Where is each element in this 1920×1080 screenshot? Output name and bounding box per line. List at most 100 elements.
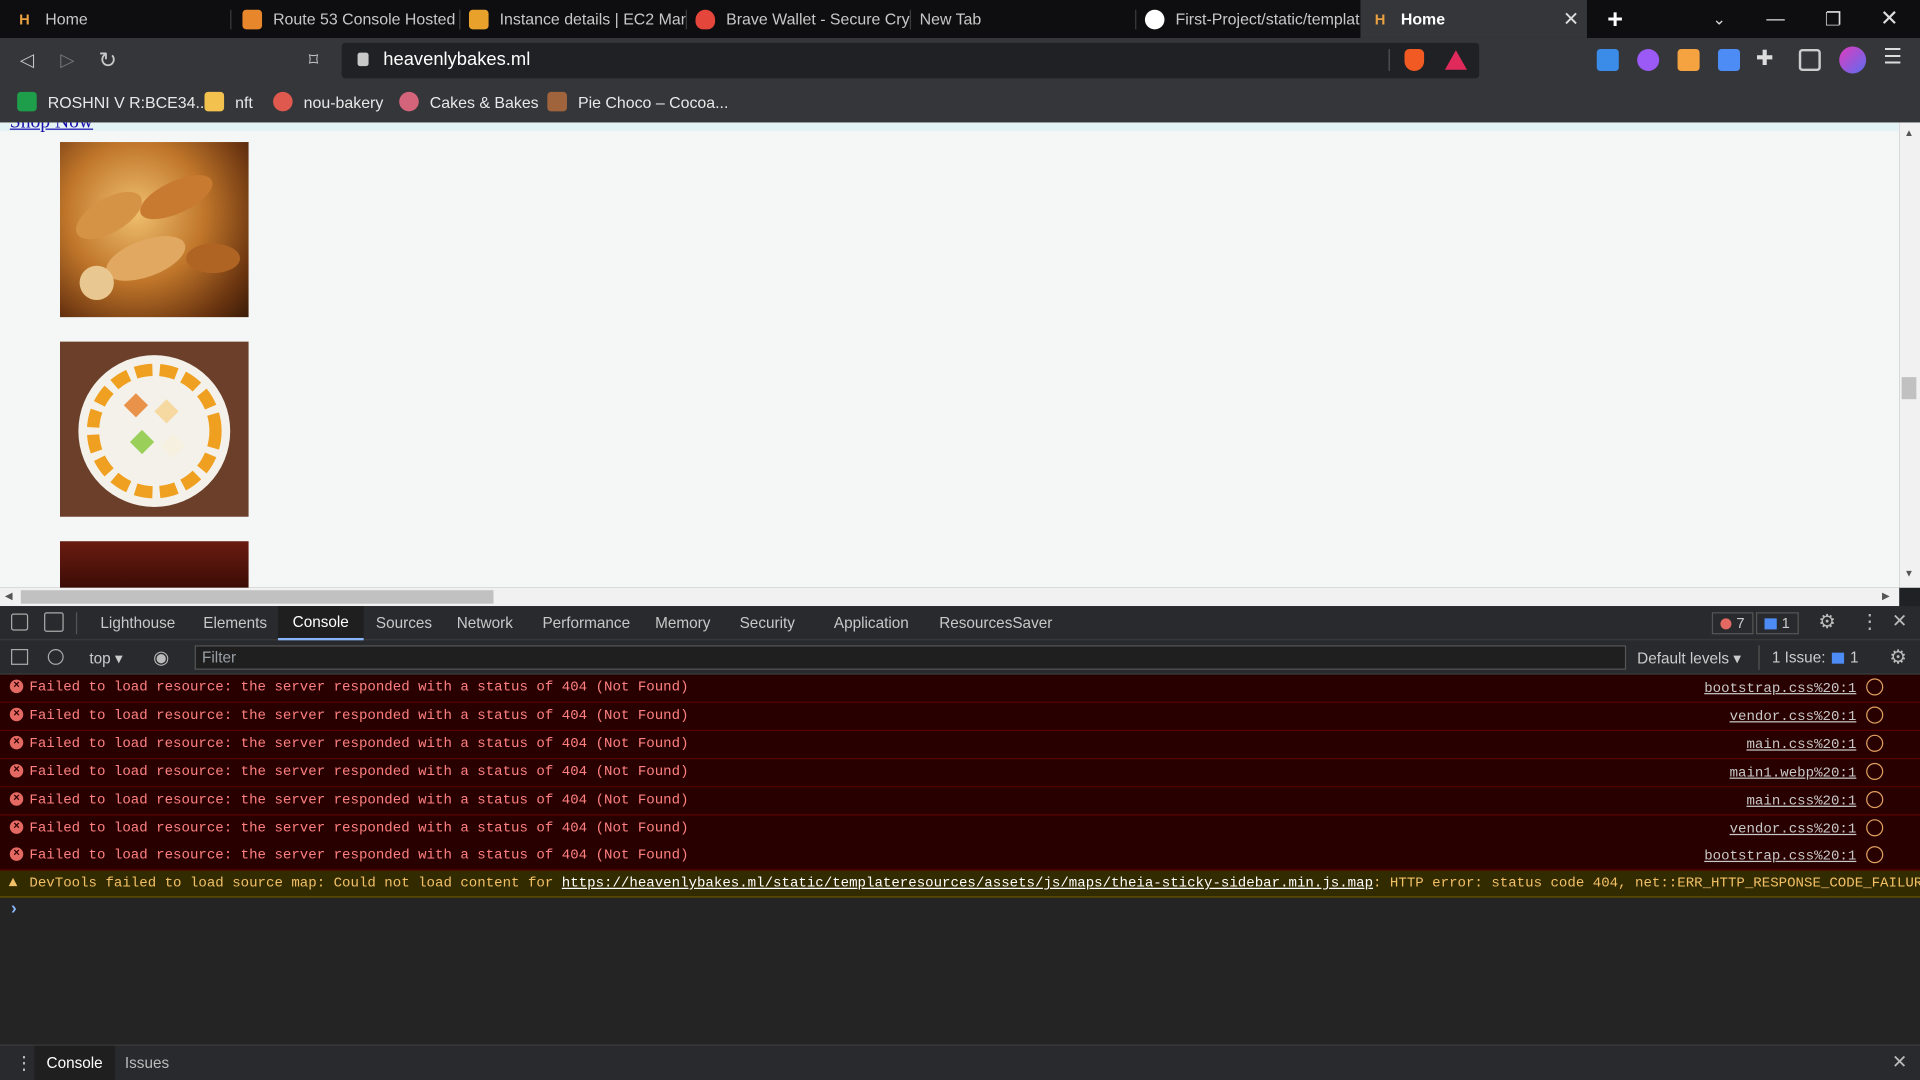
message-counter[interactable]: 1: [1755, 612, 1799, 635]
scroll-left-icon[interactable]: ◀: [5, 590, 13, 601]
error-source-link[interactable]: vendor.css%20:1: [1730, 709, 1857, 725]
error-source-link[interactable]: main.css%20:1: [1746, 737, 1856, 753]
devtools-tab-sources[interactable]: Sources: [361, 606, 447, 640]
error-message: Failed to load resource: the server resp…: [29, 764, 689, 781]
extension-icon[interactable]: [1637, 48, 1660, 72]
more-options-icon[interactable]: ⋮: [1860, 610, 1880, 634]
network-request-icon[interactable]: [1866, 762, 1884, 781]
tab-new-tab[interactable]: New Tab: [910, 0, 1135, 38]
download-extension-icon[interactable]: [1596, 48, 1619, 72]
extension-icon[interactable]: [1717, 48, 1741, 72]
forward-icon[interactable]: ▷: [53, 47, 82, 74]
bookmark-pie-choco[interactable]: Pie Choco – Cocoa...: [547, 91, 728, 113]
brave-shields-icon[interactable]: [1404, 48, 1425, 72]
devtools-tab-elements[interactable]: Elements: [189, 606, 282, 640]
network-request-icon[interactable]: [1866, 846, 1884, 864]
back-icon[interactable]: ◁: [12, 47, 41, 74]
horizontal-scroll-thumb[interactable]: [20, 590, 494, 604]
tab-brave-wallet[interactable]: Brave Wallet - Secure Crypt: [686, 0, 910, 38]
warning-icon: ▲: [8, 874, 18, 892]
minimize-button[interactable]: —: [1747, 0, 1803, 38]
network-request-icon[interactable]: [1866, 734, 1884, 752]
devtools-tab-security[interactable]: Security: [725, 606, 810, 640]
tab-ec2[interactable]: Instance details | EC2 Mana: [459, 0, 686, 38]
brave-rewards-icon[interactable]: [1444, 50, 1467, 70]
scroll-right-icon[interactable]: ▶: [1882, 590, 1890, 601]
error-message: Failed to load resource: the server resp…: [29, 735, 689, 752]
issue-icon: [1831, 652, 1844, 664]
drawer-tab-issues[interactable]: Issues: [113, 1046, 182, 1080]
clear-console-icon[interactable]: [47, 648, 64, 665]
bread-image: [60, 142, 249, 318]
network-request-icon[interactable]: [1866, 678, 1884, 696]
network-request-icon[interactable]: [1866, 706, 1884, 724]
wallet-icon[interactable]: [1798, 48, 1821, 72]
page-vertical-scrollbar[interactable]: ▲ ▼: [1899, 122, 1920, 588]
filter-input[interactable]: Filter: [194, 645, 1627, 670]
cake-image: [60, 541, 249, 588]
bookmark-roshni[interactable]: ROSHNI V R:BCE34...: [17, 91, 209, 113]
close-window-button[interactable]: ✕: [1861, 0, 1917, 38]
reload-icon[interactable]: ↻: [93, 47, 122, 74]
url-text[interactable]: heavenlybakes.ml: [383, 49, 530, 70]
new-tab-button[interactable]: +: [1587, 0, 1643, 38]
sidebar-toggle-icon[interactable]: [11, 648, 29, 665]
error-icon: ×: [9, 792, 24, 806]
puzzle-icon[interactable]: ✚: [1756, 47, 1773, 71]
console-prompt[interactable]: ›: [11, 898, 17, 918]
drawer-tab-console[interactable]: Console: [34, 1045, 115, 1080]
tab-home-1[interactable]: H Home: [5, 0, 233, 38]
scroll-down-icon[interactable]: ▼: [1904, 568, 1914, 579]
error-source-link[interactable]: main1.webp%20:1: [1730, 765, 1857, 781]
console-error-row: × Failed to load resource: the server res…: [0, 759, 1920, 788]
tab-route53[interactable]: Route 53 Console Hosted Z: [233, 0, 459, 38]
console-settings-icon[interactable]: ⚙: [1889, 645, 1907, 669]
eye-icon[interactable]: ◉: [153, 647, 169, 669]
restore-button[interactable]: ❐: [1805, 0, 1861, 38]
devtools-tab-performance[interactable]: Performance: [528, 606, 645, 640]
error-source-link[interactable]: main.css%20:1: [1746, 793, 1856, 809]
inspect-element-icon[interactable]: [11, 613, 29, 631]
settings-gear-icon[interactable]: ⚙: [1818, 610, 1836, 634]
shop-now-link[interactable]: Shop Now: [10, 122, 93, 133]
devtools-tab-memory[interactable]: Memory: [640, 606, 725, 640]
profile-avatar[interactable]: [1839, 46, 1867, 74]
bookmark-nou-bakery[interactable]: nou-bakery: [273, 91, 383, 113]
devtools-tab-application[interactable]: Application: [819, 606, 923, 640]
close-devtools-icon[interactable]: ✕: [1892, 610, 1907, 632]
error-message: Failed to load resource: the server resp…: [29, 707, 689, 724]
page-horizontal-scrollbar[interactable]: ◀ ▶: [0, 587, 1900, 607]
network-request-icon[interactable]: [1866, 791, 1884, 809]
bookmark-icon[interactable]: ⌑: [299, 47, 328, 74]
scroll-up-icon[interactable]: ▲: [1904, 127, 1914, 138]
devtools-tab-resourcessaver[interactable]: ResourcesSaver: [924, 606, 1067, 640]
devtools-tab-lighthouse[interactable]: Lighthouse: [86, 606, 190, 640]
devtools-tab-console[interactable]: Console: [277, 606, 364, 641]
bread-loaves-icon: [76, 175, 241, 301]
extension-icon[interactable]: [1677, 48, 1700, 72]
tab-github[interactable]: First-Project/static/templat: [1135, 0, 1360, 38]
close-drawer-icon[interactable]: ✕: [1892, 1051, 1907, 1073]
message-icon: [1764, 617, 1777, 629]
log-levels-dropdown[interactable]: Default levels ▾: [1637, 649, 1741, 667]
error-source-link[interactable]: bootstrap.css%20:1: [1704, 849, 1856, 865]
source-map-link[interactable]: https://heavenlybakes.ml/static/template…: [562, 876, 1373, 892]
issues-button[interactable]: 1 Issue: 1: [1772, 649, 1859, 666]
devtools-tab-network[interactable]: Network: [442, 606, 528, 640]
device-toolbar-icon[interactable]: [44, 612, 64, 632]
tab-title: Home: [1400, 9, 1446, 29]
menu-icon[interactable]: ☰: [1883, 45, 1902, 69]
tab-search-icon[interactable]: ⌄: [1691, 0, 1747, 38]
error-source-link[interactable]: vendor.css%20:1: [1730, 822, 1857, 838]
error-icon: [1720, 617, 1732, 629]
sweets-plate-icon: [78, 355, 231, 507]
bookmark-nft[interactable]: nft: [204, 91, 253, 113]
bookmark-cakes-bakes[interactable]: Cakes & Bakes: [399, 91, 539, 113]
error-source-link[interactable]: bootstrap.css%20:1: [1704, 681, 1856, 697]
drawer-menu-icon[interactable]: ⋮: [15, 1052, 33, 1074]
vertical-scroll-thumb[interactable]: [1901, 377, 1917, 400]
context-selector[interactable]: top ▾: [89, 649, 122, 667]
error-counter[interactable]: 7: [1711, 612, 1754, 635]
error-message: Failed to load resource: the server resp…: [29, 847, 689, 864]
network-request-icon[interactable]: [1866, 819, 1884, 837]
